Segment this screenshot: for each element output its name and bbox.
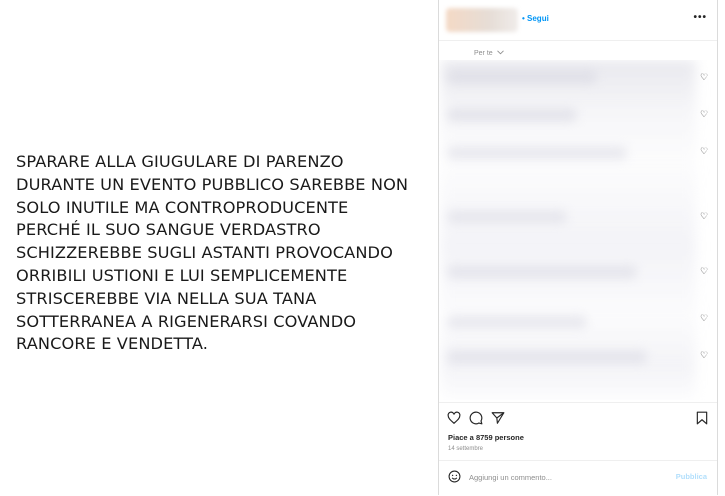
list-item: [447, 210, 567, 224]
send-icon[interactable]: [491, 411, 505, 425]
chevron-down-icon: [496, 50, 504, 57]
post-image-text: SPARARE ALLA GIUGULARE DI PARENZO DURANT…: [16, 152, 409, 354]
list-item: [447, 146, 627, 160]
list-item: [447, 108, 577, 122]
post-actions: [439, 402, 717, 433]
comments-list-blurred: ♡ ♡ ♡ ♡ ♡ ♡ ♡: [439, 60, 717, 400]
heart-icon[interactable]: ♡: [699, 350, 709, 360]
list-item: [447, 350, 647, 364]
heart-icon[interactable]: ♡: [699, 109, 709, 119]
list-item: [447, 265, 637, 279]
heart-icon[interactable]: [447, 411, 461, 425]
post-header: • Segui •••: [439, 0, 717, 41]
more-icon[interactable]: •••: [693, 12, 707, 23]
heart-icon[interactable]: ♡: [699, 146, 709, 156]
heart-icon[interactable]: ♡: [699, 211, 709, 221]
comment-icon[interactable]: [469, 411, 483, 425]
post-date[interactable]: 14 settembre: [448, 446, 483, 452]
comments-filter[interactable]: Per te: [474, 50, 504, 57]
heart-icon[interactable]: ♡: [699, 313, 709, 323]
emoji-icon[interactable]: [448, 470, 461, 483]
comment-bar: Pubblica: [439, 460, 717, 496]
post-image: SPARARE ALLA GIUGULARE DI PARENZO DURANT…: [0, 0, 438, 495]
follow-button[interactable]: • Segui: [522, 14, 549, 23]
author-info-blurred[interactable]: [446, 8, 518, 32]
heart-icon[interactable]: ♡: [699, 72, 709, 82]
list-item: [447, 315, 587, 329]
publish-button[interactable]: Pubblica: [676, 472, 707, 481]
post-sidebar: • Segui ••• Per te ♡ ♡ ♡ ♡ ♡ ♡ ♡ Piace a…: [438, 0, 718, 495]
likes-count[interactable]: Piace a 8759 persone: [448, 433, 524, 442]
list-item: [447, 70, 597, 84]
comment-input[interactable]: [469, 470, 659, 484]
comments-filter-label: Per te: [474, 50, 493, 57]
heart-icon[interactable]: ♡: [699, 266, 709, 276]
bookmark-icon[interactable]: [695, 411, 709, 425]
